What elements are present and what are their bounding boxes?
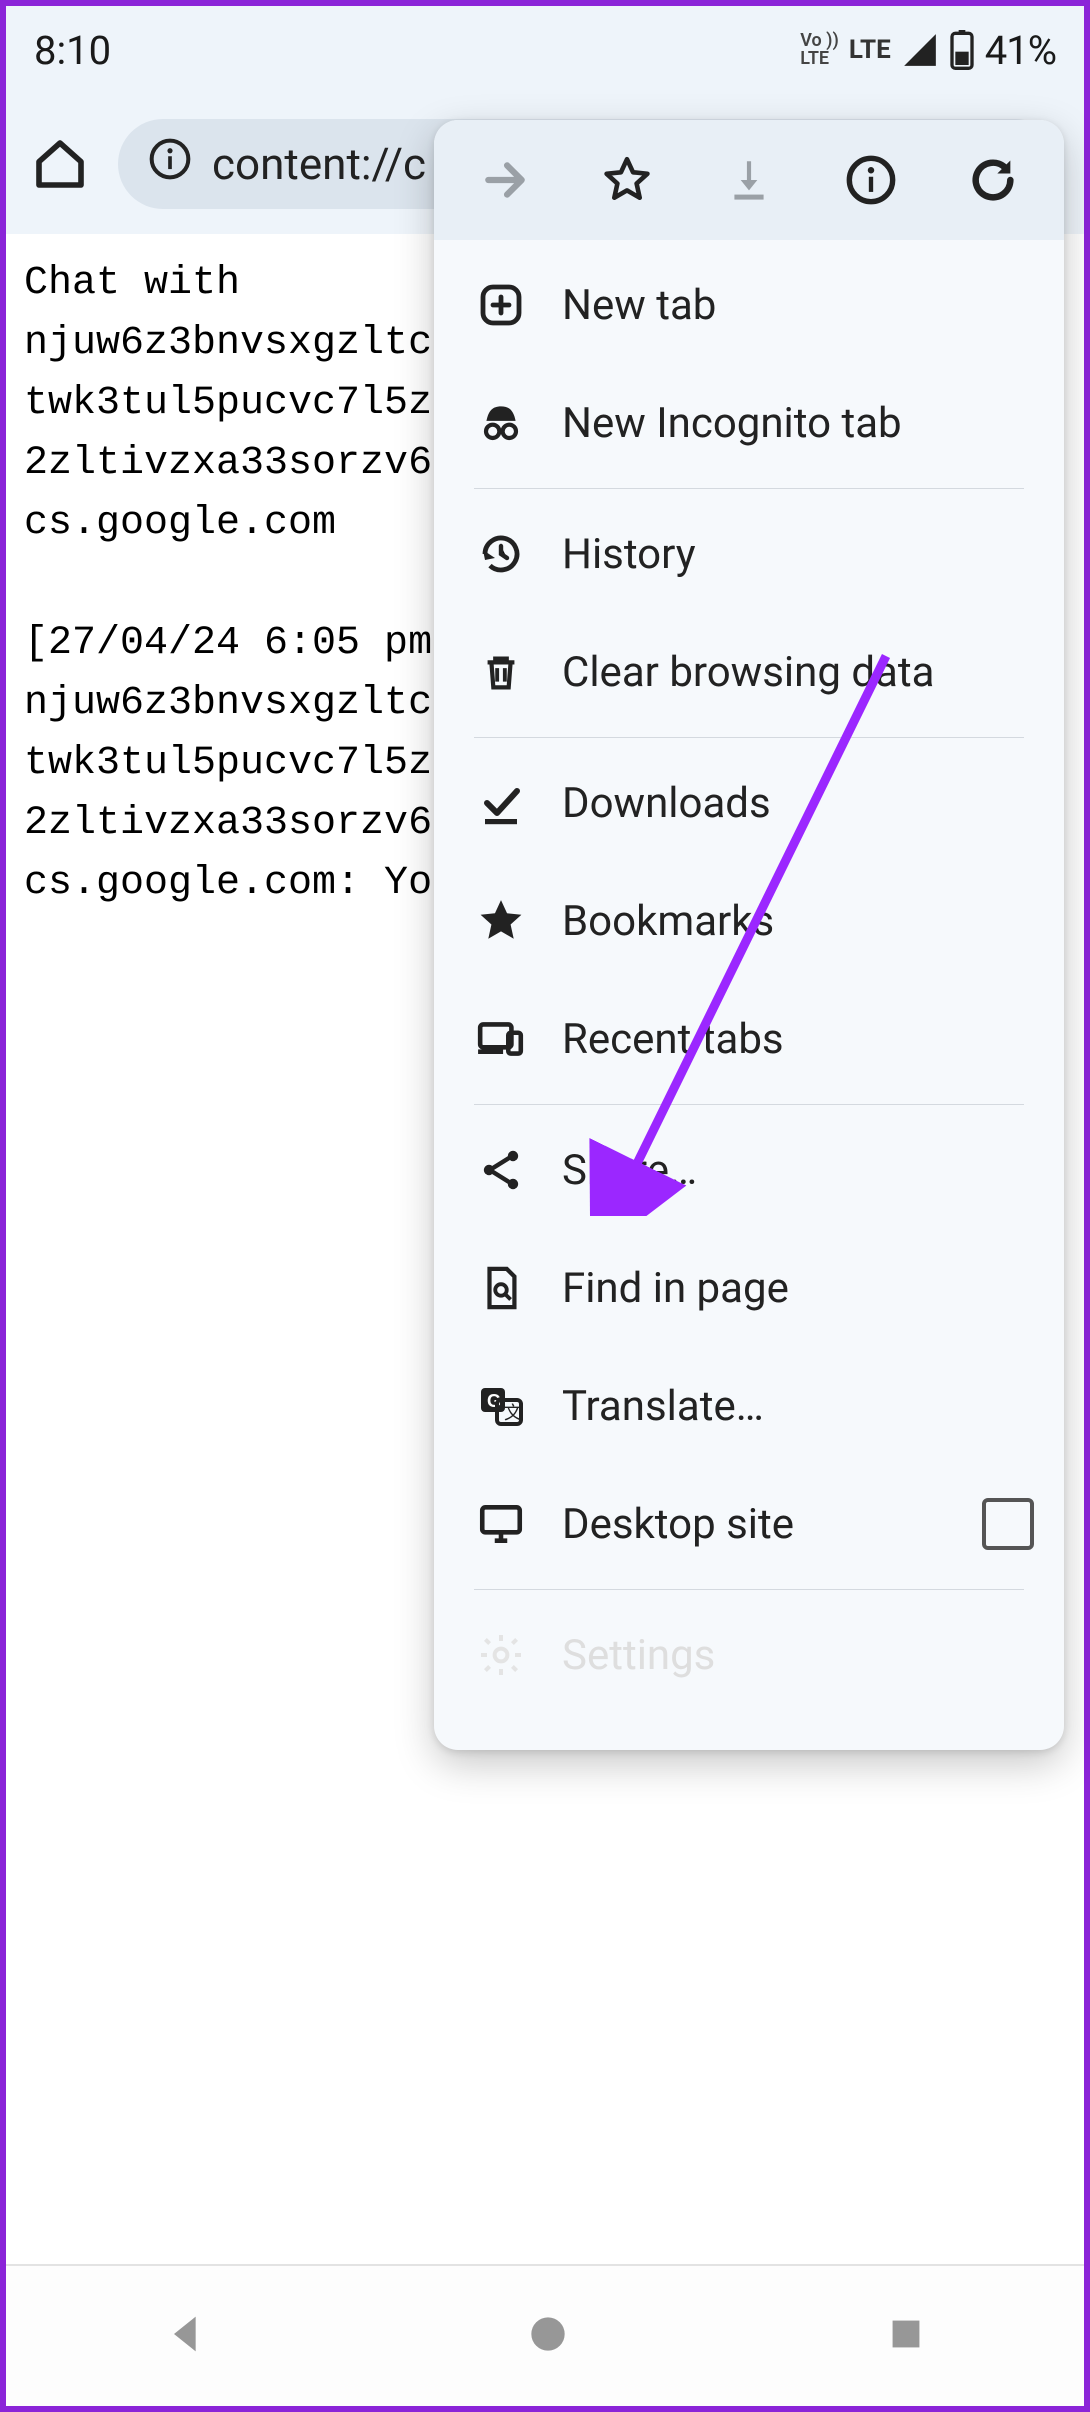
- home-button[interactable]: [30, 134, 90, 194]
- menu-translate[interactable]: G文 Translate…: [434, 1347, 1064, 1465]
- menu-label: New tab: [562, 281, 1034, 330]
- menu-clear-browsing-data[interactable]: Clear browsing data: [434, 613, 1064, 731]
- gear-icon: [474, 1631, 528, 1679]
- menu-label: Find in page: [562, 1264, 1034, 1313]
- lte-icon: LTE: [849, 35, 891, 65]
- info-button[interactable]: [821, 130, 921, 230]
- menu-recent-tabs[interactable]: Recent tabs: [434, 980, 1064, 1098]
- history-icon: [474, 530, 528, 578]
- reload-button[interactable]: [943, 130, 1043, 230]
- menu-label: Clear browsing data: [562, 648, 1034, 697]
- menu-share[interactable]: Share…: [434, 1111, 1064, 1229]
- menu-settings[interactable]: Settings: [434, 1596, 1064, 1714]
- menu-downloads[interactable]: Downloads: [434, 744, 1064, 862]
- nav-home-button[interactable]: [523, 2309, 573, 2363]
- forward-button[interactable]: [455, 130, 555, 230]
- translate-icon: G文: [474, 1382, 528, 1430]
- nav-recents-button[interactable]: [883, 2311, 929, 2361]
- menu-label: History: [562, 530, 1034, 579]
- menu-label: Bookmarks: [562, 897, 1034, 946]
- devices-icon: [474, 1014, 528, 1064]
- download-done-icon: [474, 779, 528, 827]
- volte-icon: Vo )) LTE: [800, 32, 839, 68]
- menu-history[interactable]: History: [434, 495, 1064, 613]
- menu-label: Translate…: [562, 1382, 1034, 1431]
- menu-label: New Incognito tab: [562, 399, 1034, 448]
- menu-find-in-page[interactable]: Find in page: [434, 1229, 1064, 1347]
- desktop-icon: [474, 1499, 528, 1549]
- status-right: Vo )) LTE LTE 41%: [800, 27, 1056, 74]
- menu-label: Downloads: [562, 779, 1034, 828]
- trash-icon: [474, 649, 528, 695]
- status-bar: 8:10 Vo )) LTE LTE 41%: [6, 6, 1084, 94]
- menu-label: Settings: [562, 1631, 1034, 1680]
- menu-new-tab[interactable]: New tab: [434, 246, 1064, 364]
- svg-text:文: 文: [504, 1403, 522, 1423]
- bookmark-star-button[interactable]: [577, 130, 677, 230]
- menu-label: Desktop site: [562, 1500, 948, 1549]
- menu-incognito[interactable]: New Incognito tab: [434, 364, 1064, 482]
- battery-percent: 41%: [985, 27, 1056, 74]
- status-time: 8:10: [34, 27, 111, 74]
- url-text: content://c: [212, 138, 426, 190]
- desktop-site-checkbox[interactable]: [982, 1498, 1034, 1550]
- signal-icon: [901, 31, 939, 69]
- menu-label: Recent tabs: [562, 1015, 1034, 1064]
- menu-label: Share…: [562, 1146, 1034, 1195]
- menu-desktop-site[interactable]: Desktop site: [434, 1465, 1064, 1583]
- nav-back-button[interactable]: [161, 2308, 213, 2364]
- menu-bookmarks[interactable]: Bookmarks: [434, 862, 1064, 980]
- battery-icon: [949, 30, 975, 70]
- download-button[interactable]: [699, 130, 799, 230]
- incognito-icon: [474, 398, 528, 448]
- overflow-menu: New tab New Incognito tab History: [434, 120, 1064, 1750]
- system-navbar: [6, 2264, 1084, 2406]
- page-info-icon[interactable]: [148, 137, 192, 192]
- find-in-page-icon: [474, 1265, 528, 1311]
- share-icon: [474, 1146, 528, 1194]
- star-filled-icon: [474, 896, 528, 946]
- plus-square-icon: [474, 281, 528, 329]
- menu-header: [434, 120, 1064, 240]
